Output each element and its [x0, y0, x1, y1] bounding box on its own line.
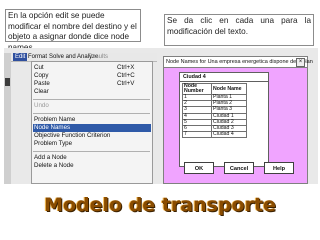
menu-item-delete-node[interactable]: Delete a Node [33, 162, 151, 170]
menu-item-undo[interactable]: Undo [33, 102, 151, 110]
menu-format[interactable]: Format [28, 53, 47, 61]
slide-title-banner: Modelo de transporte [44, 194, 276, 216]
menu-separator [33, 113, 150, 114]
menu-item-label: Copy [34, 72, 49, 79]
ok-button[interactable]: OK [184, 162, 214, 174]
menu-item-clear[interactable]: Clear [33, 88, 151, 96]
column-header-node-number: Node Number [182, 83, 212, 95]
edit-dropdown-menu: Cut Ctrl+X Copy Ctrl+C Paste Ctrl+V Clea… [31, 61, 153, 184]
menu-item-label: Problem Name [34, 116, 76, 123]
menu-item-label: Add a Node [34, 154, 67, 161]
menu-item-problem-name[interactable]: Problem Name [33, 116, 151, 124]
menu-item-shortcut: Ctrl+V [117, 80, 135, 87]
menu-item-add-node[interactable]: Add a Node [33, 154, 151, 162]
dialog-titlebar: Node Names for Una empresa energetica di… [164, 57, 313, 68]
column-header-node-name: Node Name [211, 83, 247, 95]
window-edge-marker [5, 78, 10, 86]
cell-editor[interactable]: Ciudad 4 [180, 73, 268, 82]
instruction-callout-right: Se da clic en cada una para la modificac… [164, 14, 314, 46]
menu-item-label: Node Names [34, 124, 71, 131]
menu-separator [33, 151, 150, 152]
menu-item-problem-type[interactable]: Problem Type [33, 140, 151, 148]
menu-item-label: Clear [34, 88, 49, 95]
node-names-table: Node Number Node Name 1 Planta 1 2 Plant… [182, 83, 247, 139]
window-edge [4, 53, 11, 184]
instruction-callout-left: En la opción edit se puede modificar el … [5, 9, 141, 52]
cancel-button[interactable]: Cancel [224, 162, 254, 174]
menu-item-cut[interactable]: Cut Ctrl+X [33, 64, 151, 72]
menu-item-copy[interactable]: Copy Ctrl+C [33, 72, 151, 80]
help-button[interactable]: Help [264, 162, 294, 174]
menu-separator [33, 99, 150, 100]
menu-item-shortcut: Ctrl+X [117, 64, 135, 71]
node-names-dialog: Node Names for Una empresa energetica di… [163, 56, 313, 184]
menu-item-paste[interactable]: Paste Ctrl+V [33, 80, 151, 88]
menu-item-label: Objective Function Criterion [34, 132, 111, 139]
menu-results[interactable]: Results [88, 53, 108, 61]
menu-item-objective-function[interactable]: Objective Function Criterion [33, 132, 151, 140]
menu-edit[interactable]: Edit [13, 53, 28, 61]
menu-item-node-names[interactable]: Node Names [33, 124, 151, 132]
table-header-row: Node Number Node Name [182, 83, 247, 95]
table-row: 7 Ciudad 4 [182, 131, 247, 139]
dialog-title: Node Names for Una empresa energetica di… [166, 59, 313, 65]
menu-item-shortcut: Ctrl+C [117, 72, 135, 79]
menu-item-label: Cut [34, 64, 44, 71]
menu-item-label: Delete a Node [34, 162, 74, 169]
menu-item-label: Paste [34, 80, 50, 87]
close-icon[interactable]: × [296, 58, 305, 67]
menu-item-label: Undo [34, 102, 49, 109]
node-name-cell[interactable]: Ciudad 4 [211, 131, 247, 139]
menu-item-label: Problem Type [34, 140, 73, 147]
cell-editor-value: Ciudad 4 [183, 74, 206, 80]
node-names-grid: Ciudad 4 Node Number Node Name 1 Planta … [179, 72, 269, 167]
node-number-cell: 7 [182, 131, 212, 139]
